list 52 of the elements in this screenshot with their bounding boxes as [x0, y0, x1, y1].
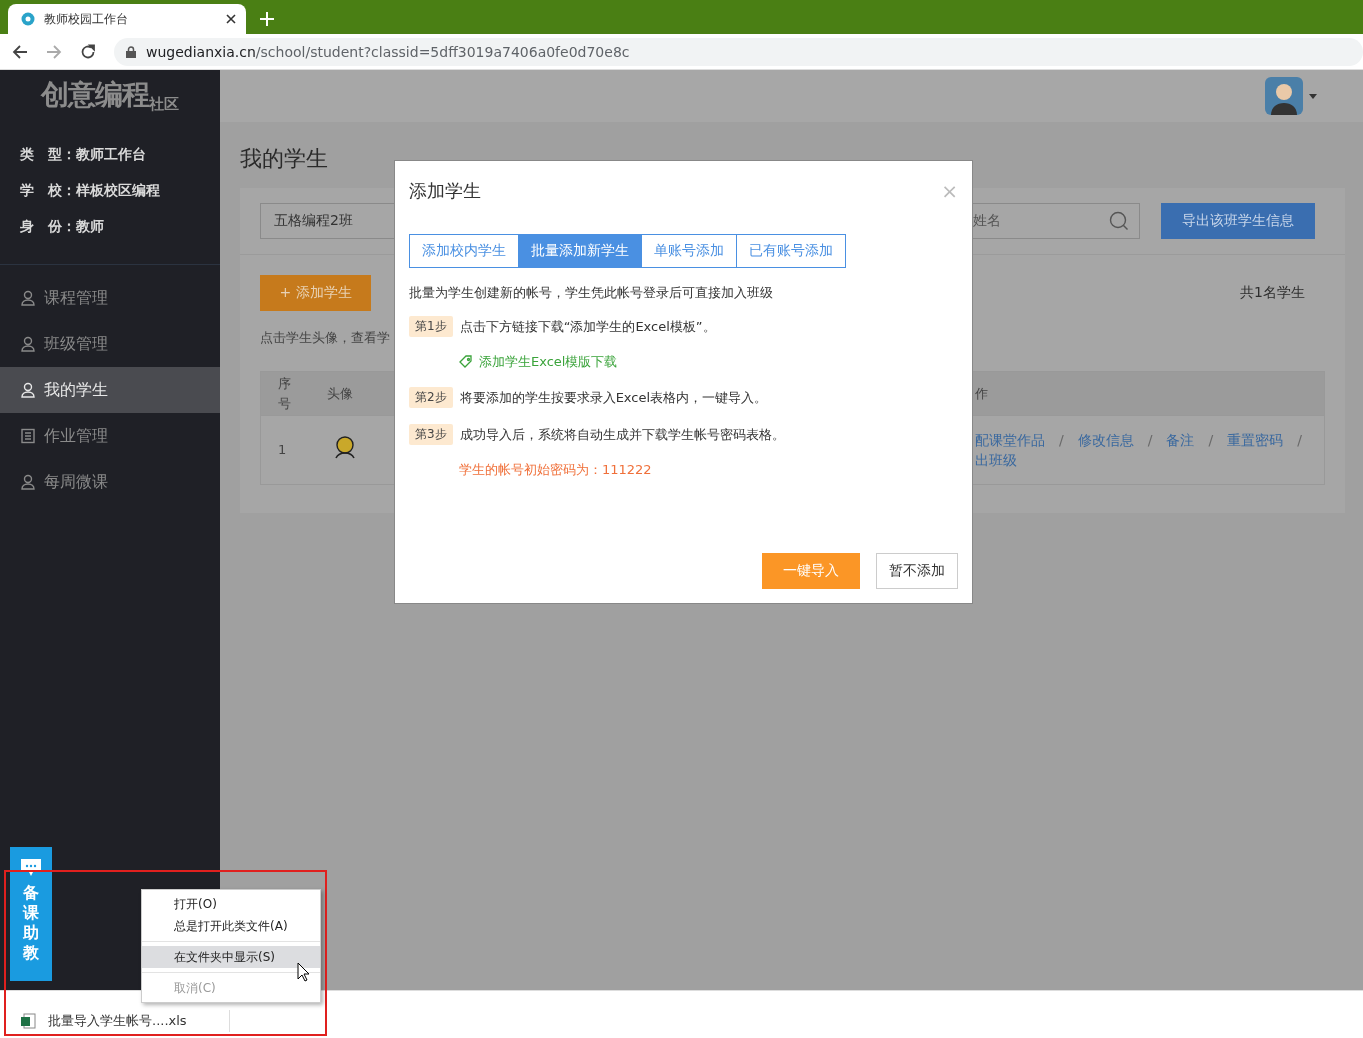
table-cell-text: 1 — [277, 441, 288, 459]
download-filename[interactable]: 批量导入学生帐号....xls — [48, 1012, 187, 1030]
add-student-button[interactable]: + 添加学生 — [260, 275, 371, 311]
nav-item[interactable]: 每周微课 — [0, 459, 220, 505]
dialog-tab[interactable]: 添加校内学生 — [409, 234, 519, 268]
separator-text: / — [1297, 431, 1302, 450]
step-text: 将要添加的学生按要求录入Excel表格内，一键导入。 — [459, 388, 768, 407]
step-badge: 第1步 — [409, 316, 453, 337]
export-button[interactable]: 导出该班学生信息 — [1161, 203, 1315, 239]
tab-title: 教师校园工作台 — [44, 10, 129, 28]
browser-tab[interactable]: 教师校园工作台 — [8, 4, 246, 34]
dialog-title: 添加学生 — [409, 179, 481, 203]
step-badge: 第2步 — [409, 387, 453, 408]
helper-panel[interactable]: 备课助教 — [10, 847, 52, 981]
separator-text: / — [1147, 431, 1153, 450]
menu-item[interactable]: 在文件夹中显示(S) — [142, 946, 320, 968]
nav-item[interactable]: 班级管理 — [0, 321, 220, 367]
password-note: 学生的帐号初始密码为：111222 — [459, 461, 652, 479]
menu-item[interactable]: 打开(O) — [142, 893, 320, 915]
profile-line: 学 校：样板校区编程 — [20, 182, 161, 200]
menu-item[interactable]: 总是打开此类文件(A) — [142, 915, 320, 937]
step-text: 成功导入后，系统将自动生成并下载学生帐号密码表格。 — [459, 425, 785, 444]
nav-item[interactable]: 作业管理 — [0, 413, 220, 459]
page-title: 我的学生 — [240, 145, 329, 173]
address-bar[interactable]: wugedianxia.cn/school/student?classid=5dff3019a7406a0fe0d70e8c — [114, 37, 1363, 66]
column-header: 序号 — [278, 374, 292, 413]
column-header: 作 — [974, 384, 989, 403]
step-text: 点击下方链接下载“添加学生的Excel模板”。 — [459, 317, 716, 336]
profile-line: 类 型：教师工作台 — [20, 146, 147, 164]
import-button[interactable]: 一键导入 — [762, 553, 860, 589]
column-header: 头像 — [326, 384, 354, 403]
template-download-link[interactable]: 添加学生Excel模版下载 — [459, 353, 618, 371]
nav-item[interactable]: 课程管理 — [0, 275, 220, 321]
intro-text: 批量为学生创建新的帐号，学生凭此帐号登录后可直接加入班级 — [409, 284, 774, 302]
nav-item[interactable]: 我的学生 — [0, 367, 220, 413]
dialog-tab[interactable]: 单账号添加 — [641, 234, 737, 268]
close-button[interactable]: × — [941, 179, 958, 203]
cancel-button[interactable]: 暂不添加 — [876, 553, 958, 589]
separator-text: / — [1059, 431, 1064, 450]
dialog-tab[interactable]: 批量添加新学生 — [518, 234, 642, 268]
dialog-tab[interactable]: 已有账号添加 — [736, 234, 846, 268]
action-link[interactable]: 配课堂作品 — [975, 430, 1045, 450]
separator-text: / — [1208, 431, 1214, 450]
action-link[interactable]: 备注 — [1166, 430, 1195, 450]
action-link[interactable]: 重置密码 — [1227, 430, 1284, 450]
url-text: wugedianxia.cn/school/student?classid=5dff3019a7406a0fe0d70e8c — [146, 43, 630, 60]
hint-text: 点击学生头像，查看学 — [260, 329, 390, 347]
action-link[interactable]: 修改信息 — [1077, 430, 1134, 450]
profile-line: 身 份：教师 — [20, 218, 105, 236]
action-link[interactable]: 出班级 — [975, 450, 1017, 470]
student-count: 共1名学生 — [1240, 284, 1305, 302]
step-badge: 第3步 — [409, 424, 453, 445]
